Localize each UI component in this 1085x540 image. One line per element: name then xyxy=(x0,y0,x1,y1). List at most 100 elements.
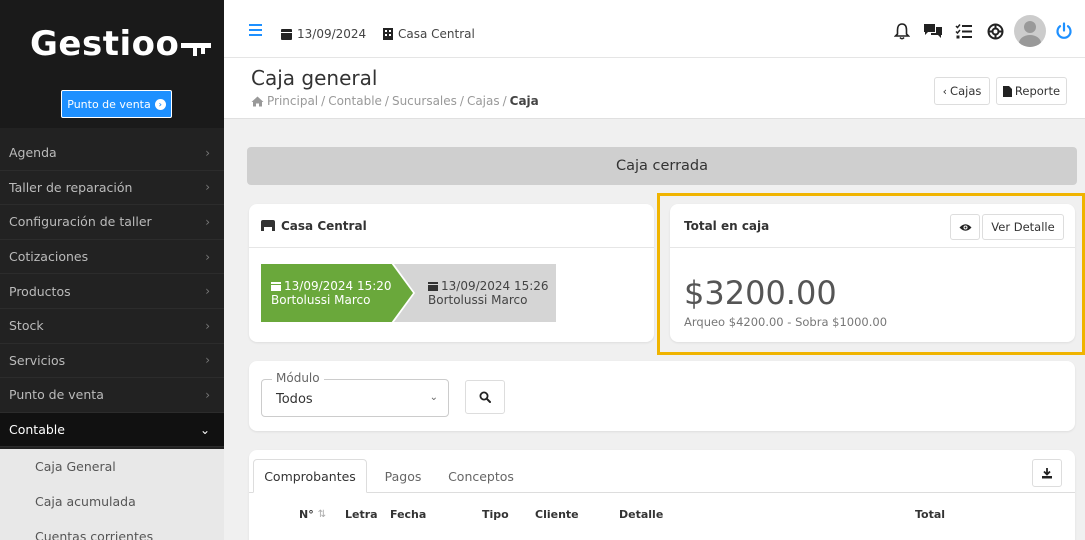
chevron-right-icon: › xyxy=(205,214,210,229)
sidebar-item-contable[interactable]: Contable ⌄ xyxy=(0,412,224,448)
top-date-text: 13/09/2024 xyxy=(297,27,367,41)
sidebar-item-label: Punto de venta xyxy=(9,387,104,403)
pos-button[interactable]: Punto de venta › xyxy=(61,90,172,118)
tab-conceptos[interactable]: Conceptos xyxy=(441,459,521,493)
branch-card-title: Casa Central xyxy=(281,218,367,233)
topbar: 13/09/2024 Casa Central xyxy=(224,0,1085,58)
page-title: Caja general xyxy=(251,66,378,90)
top-branch[interactable]: Casa Central xyxy=(383,27,475,41)
file-icon xyxy=(1002,85,1012,97)
bell-icon[interactable] xyxy=(889,18,915,44)
home-icon xyxy=(251,96,264,106)
breadcrumb-item[interactable]: Principal xyxy=(267,94,318,108)
sidebar-item-servicios[interactable]: Servicios › xyxy=(0,344,224,379)
breadcrumb-separator: / xyxy=(384,94,389,108)
breadcrumb-separator: / xyxy=(321,94,326,108)
key-icon xyxy=(181,43,212,56)
arrow-circle-right-icon: › xyxy=(154,98,166,110)
column-header-detalle[interactable]: Detalle xyxy=(619,508,663,521)
sidebar-item-label: Configuración de taller xyxy=(9,214,152,230)
total-amount: $3200.00 xyxy=(684,274,837,312)
sidebar-item-label: Productos xyxy=(9,283,71,299)
download-icon xyxy=(1042,468,1052,479)
sidebar: Gestioo Punto de venta › Agenda › Taller … xyxy=(0,0,224,540)
top-date: 13/09/2024 xyxy=(281,27,366,41)
sidebar-item-label: Taller de reparación xyxy=(9,179,133,195)
column-header-tipo[interactable]: Tipo xyxy=(482,508,509,521)
sidebar-subitem-caja-general[interactable]: Caja General xyxy=(0,449,224,484)
column-header-number[interactable]: N° ⇅ xyxy=(299,508,326,521)
total-card: Total en caja Ver Detalle $3200.00 Arque… xyxy=(670,204,1075,342)
power-icon[interactable] xyxy=(1051,18,1077,44)
breadcrumb-separator: / xyxy=(459,94,464,108)
total-card-title: Total en caja xyxy=(684,218,770,233)
download-button[interactable] xyxy=(1032,459,1062,487)
chevron-right-icon: › xyxy=(205,145,210,160)
chevron-right-icon: › xyxy=(205,387,210,402)
breadcrumb-item[interactable]: Cajas xyxy=(467,94,500,108)
sidebar-item-taller[interactable]: Taller de reparación › xyxy=(0,171,224,206)
sidebar-item-stock[interactable]: Stock › xyxy=(0,309,224,344)
column-header-fecha[interactable]: Fecha xyxy=(390,508,426,521)
chevron-right-icon: › xyxy=(205,284,210,299)
page-header: Caja general Principal / Contable / Sucurs… xyxy=(224,58,1085,119)
life-ring-icon[interactable] xyxy=(982,18,1008,44)
back-to-cajas-label: Cajas xyxy=(950,84,982,98)
module-select-value: Todos xyxy=(276,392,313,407)
tab-pagos[interactable]: Pagos xyxy=(373,459,433,493)
chevron-right-icon: › xyxy=(205,353,210,368)
sidebar-item-productos[interactable]: Productos › xyxy=(0,274,224,309)
pos-button-label: Punto de venta xyxy=(67,97,151,111)
sidebar-menu: Agenda › Taller de reparación › Configurac… xyxy=(0,136,224,448)
breadcrumb-current: Caja xyxy=(509,94,539,108)
sidebar-item-agenda[interactable]: Agenda › xyxy=(0,136,224,171)
chevron-right-icon: › xyxy=(205,180,210,195)
app-logo-text: Gestioo xyxy=(30,24,180,64)
module-select[interactable]: Módulo Todos ⌄ xyxy=(261,371,449,417)
chevron-down-icon: ⌄ xyxy=(429,392,438,403)
sidebar-item-punto-de-venta[interactable]: Punto de venta › xyxy=(0,378,224,413)
top-icons xyxy=(884,14,1085,48)
chevron-left-icon: ‹ xyxy=(942,84,948,98)
calendar-icon xyxy=(281,28,292,40)
back-to-cajas-button[interactable]: ‹ Cajas xyxy=(934,77,990,105)
branch-card: Casa Central 13/09/2024 15:26 Bortolussi… xyxy=(249,204,654,342)
sidebar-subitem-caja-acumulada[interactable]: Caja acumulada xyxy=(0,484,224,519)
sidebar-item-label: Cotizaciones xyxy=(9,249,89,265)
sidebar-item-cotizaciones[interactable]: Cotizaciones › xyxy=(0,240,224,275)
task-list-icon[interactable] xyxy=(951,18,977,44)
hamburger-menu-icon[interactable] xyxy=(249,24,262,36)
sidebar-subitem-cuentas-corrientes[interactable]: Cuentas corrientes xyxy=(0,519,224,540)
chevron-right-icon: › xyxy=(205,318,210,333)
open-datetime: 13/09/2024 15:20 xyxy=(284,279,392,293)
search-button[interactable] xyxy=(465,380,505,414)
chevron-down-icon: ⌄ xyxy=(199,422,210,437)
sidebar-item-config-taller[interactable]: Configuración de taller › xyxy=(0,205,224,240)
chevron-right-icon: › xyxy=(205,249,210,264)
close-step: 13/09/2024 15:26 Bortolussi Marco xyxy=(394,264,556,322)
breadcrumb-item[interactable]: Contable xyxy=(328,94,382,108)
sidebar-submenu-contable: Caja General Caja acumulada Cuentas corr… xyxy=(0,449,224,540)
close-datetime: 13/09/2024 15:26 xyxy=(441,279,549,293)
column-header-total[interactable]: Total xyxy=(915,508,945,521)
breadcrumb-item[interactable]: Sucursales xyxy=(392,94,457,108)
sidebar-item-label: Stock xyxy=(9,318,44,334)
module-select-label: Módulo xyxy=(272,371,324,385)
status-banner: Caja cerrada xyxy=(247,147,1077,185)
breadcrumb: Principal / Contable / Sucursales / Cajas / … xyxy=(251,94,539,108)
column-header-label: N° xyxy=(299,508,314,521)
avatar[interactable] xyxy=(1014,15,1046,47)
app-logo[interactable]: Gestioo xyxy=(30,24,215,64)
tab-comprobantes[interactable]: Comprobantes xyxy=(253,459,367,493)
sort-icon: ⇅ xyxy=(317,509,327,520)
column-header-letra[interactable]: Letra xyxy=(345,508,378,521)
view-button[interactable] xyxy=(950,214,980,240)
search-icon xyxy=(479,391,491,403)
calendar-icon xyxy=(428,282,438,291)
comments-icon[interactable] xyxy=(920,18,946,44)
report-button[interactable]: Reporte xyxy=(996,77,1067,105)
column-header-cliente[interactable]: Cliente xyxy=(535,508,579,521)
view-detail-button[interactable]: Ver Detalle xyxy=(982,214,1064,240)
store-icon xyxy=(261,220,275,231)
filter-card: Módulo Todos ⌄ xyxy=(249,361,1075,431)
